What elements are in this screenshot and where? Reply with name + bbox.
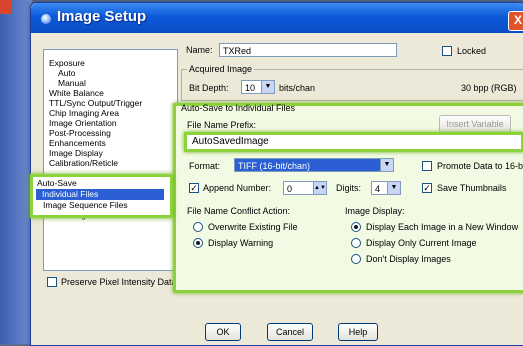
file-prefix-input[interactable]: AutoSavedImage [184,132,523,152]
preserve-pixel-checkbox[interactable] [47,277,57,287]
chevron-down-icon: ▼ [380,159,393,171]
image-display-label: Image Display: [345,206,405,216]
list-item-auto-save[interactable]: Auto-Save [37,178,77,189]
append-number-value: 0 [287,184,293,194]
list-item-image-sequence[interactable]: Image Sequence Files [43,200,128,211]
locked-checkbox[interactable] [442,46,452,56]
settings-category-list[interactable]: Exposure Auto Manual White Balance TTL/S… [43,49,178,271]
format-dropdown[interactable]: TIFF (16-bit/chan) ▼ [234,158,394,172]
category-item[interactable]: TTL/Sync Output/Trigger [49,98,142,108]
prefix-label: File Name Prefix: [187,120,257,130]
promote-checkbox[interactable] [422,161,432,171]
bits-unit-label: bits/chan [279,83,316,93]
category-item[interactable]: Image Orientation [49,118,117,128]
category-item[interactable]: Auto [58,68,76,78]
digits-label: Digits: [336,183,362,193]
overwrite-label: Overwrite Existing File [208,222,298,232]
display-warning-label: Display Warning [208,238,274,248]
acquired-image-heading: Acquired Image [187,64,255,74]
bit-depth-dropdown[interactable]: 10 ▼ [241,80,275,94]
dont-display-label: Don't Display Images [366,254,451,264]
locked-label: Locked [457,46,487,56]
preserve-pixel-label: Preserve Pixel Intensity Data [61,277,177,287]
app-icon [41,14,51,24]
autosave-heading: Auto-Save to Individual Files [181,103,296,113]
overwrite-radio[interactable] [193,222,203,232]
format-value: TIFF (16-bit/chan) [238,161,311,171]
chevron-down-icon: ▼ [261,81,274,93]
display-current-label: Display Only Current Image [366,238,477,248]
digits-dropdown[interactable]: 4 ▼ [371,181,401,195]
window-title: Image Setup [57,8,147,25]
stepper-arrows-icon[interactable]: ▲▼ [313,182,326,194]
insert-variable-button[interactable]: Insert Variable [439,115,511,133]
background-close-icon [0,0,12,14]
display-warning-radio[interactable] [193,238,203,248]
display-new-window-label: Display Each Image in a New Window [366,222,519,232]
append-number-checkbox[interactable]: ✓ [189,183,199,193]
category-item[interactable]: Enhancements [49,138,106,148]
chevron-down-icon: ▼ [387,182,400,194]
category-item[interactable]: Calibration/Reticle [49,158,118,168]
append-number-stepper[interactable]: 0 ▲▼ [283,181,327,195]
category-item[interactable]: Post-Processing [49,128,111,138]
bpp-readout: 30 bpp (RGB) [461,83,517,93]
display-new-window-radio[interactable] [351,222,361,232]
category-item[interactable]: Exposure [49,58,85,68]
digits-value: 4 [375,184,381,194]
close-button[interactable]: X [508,11,523,31]
name-label: Name: [186,45,213,55]
category-item[interactable]: White Balance [49,88,104,98]
append-number-label: Append Number: [203,183,272,193]
background-window [0,0,32,344]
help-button[interactable]: Help [338,323,378,341]
bit-depth-value: 10 [245,83,256,93]
category-item[interactable]: Chip Imaging Area [49,108,119,118]
list-item-individual-files[interactable]: Individual Files [36,189,164,200]
save-thumbnails-label: Save Thumbnails [437,183,507,193]
format-label: Format: [189,161,221,171]
title-bar[interactable]: Image Setup X [31,3,523,33]
bit-depth-label: Bit Depth: [189,83,229,93]
autosave-category-list[interactable]: Auto-Save Individual Files Image Sequenc… [30,174,173,218]
category-item[interactable]: Manual [58,78,86,88]
conflict-action-label: File Name Conflict Action: [187,206,291,216]
display-current-radio[interactable] [351,238,361,248]
ok-button[interactable]: OK [205,323,241,341]
promote-label: Promote Data to 16-b [437,161,523,171]
dont-display-radio[interactable] [351,254,361,264]
cancel-button[interactable]: Cancel [267,323,313,341]
save-thumbnails-checkbox[interactable]: ✓ [422,183,432,193]
name-input[interactable]: TXRed [219,43,397,57]
category-item[interactable]: Image Display [49,148,103,158]
